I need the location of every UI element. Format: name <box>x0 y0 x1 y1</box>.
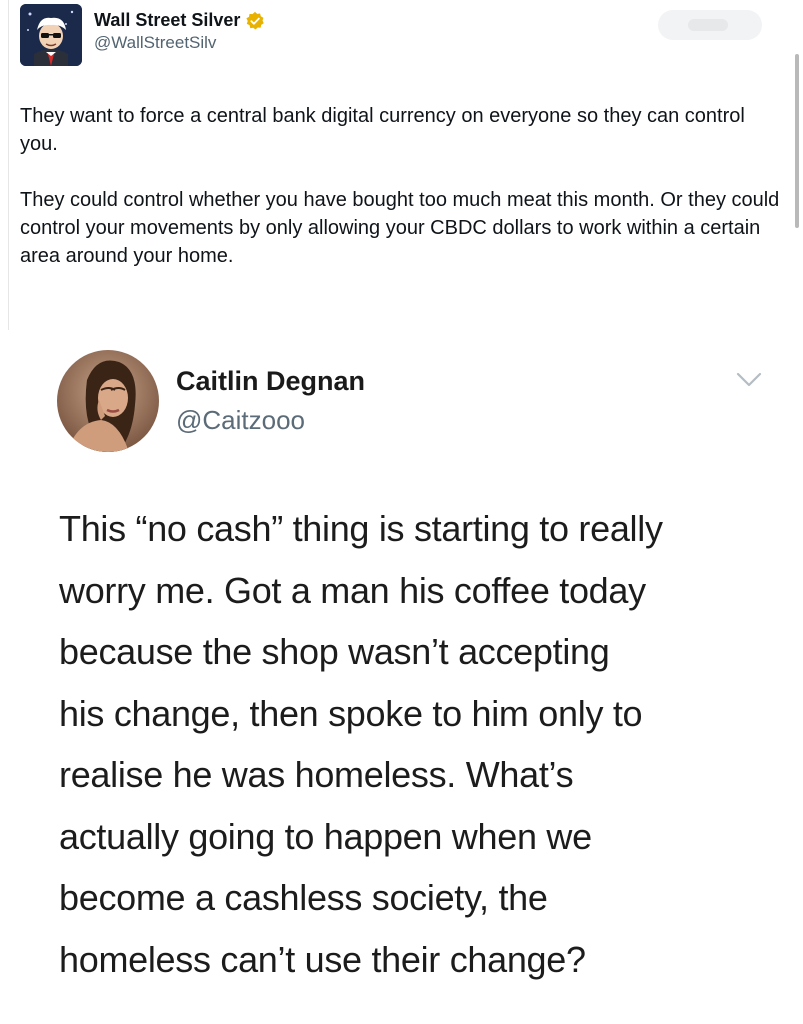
embedded-author-display-name: Caitlin Degnan <box>176 366 366 396</box>
author-handle[interactable]: @WallStreetSilv <box>94 33 265 53</box>
scrollbar[interactable] <box>795 54 799 228</box>
divider <box>8 0 9 330</box>
embedded-text-line: actually going to happen when we <box>59 815 592 857</box>
tweet-paragraph: They could control whether you have boug… <box>20 189 780 267</box>
chevron-down-icon <box>736 372 762 387</box>
embedded-text-line: worry me. Got a man his coffee today <box>59 569 646 611</box>
embedded-text-line: because the shop wasn’t accepting <box>59 631 610 672</box>
profile-photo-avatar-icon <box>57 350 159 452</box>
display-name-row: Wall Street Silver <box>94 10 265 31</box>
embedded-text-line: realise he was homeless. What’s <box>59 754 574 795</box>
tweet-author-header: Wall Street Silver @WallStreetSilv <box>20 4 265 66</box>
author-display-name[interactable]: Wall Street Silver <box>94 10 240 31</box>
embedded-text-line: homeless can’t use their change? <box>59 938 586 980</box>
embedded-text-line: his change, then spoke to him only to <box>59 692 643 734</box>
wsb-guy-avatar-icon[interactable] <box>20 4 82 66</box>
tweet-body: They want to force a central bank digita… <box>20 102 785 298</box>
embedded-text-line: become a cashless society, the <box>59 877 548 918</box>
tweet-paragraph: They want to force a central bank digita… <box>20 105 745 155</box>
verified-badge-icon <box>246 11 265 30</box>
embedded-text-line: This “no cash” thing is starting to real… <box>59 508 663 549</box>
embedded-author-handle: @Caitzooo <box>176 405 306 435</box>
follow-button[interactable] <box>658 10 762 40</box>
tweet-screenshot: Wall Street Silver @WallStreetSilv They … <box>0 0 803 1024</box>
author-names: Wall Street Silver @WallStreetSilv <box>94 10 265 53</box>
embedded-tweet-image[interactable]: Caitlin Degnan @Caitzooo This “no cash” … <box>0 330 803 1024</box>
embedded-tweet-body: This “no cash” thing is starting to real… <box>59 498 779 990</box>
follow-button-placeholder <box>688 19 728 31</box>
